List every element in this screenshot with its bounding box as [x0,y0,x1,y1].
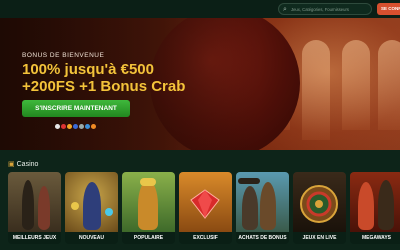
payment-icon [61,124,66,129]
category-label: POPULAIRE [122,232,175,244]
category-label: JEUX EN LIVE [293,232,346,244]
cowboys-icon [236,172,289,232]
warriors-icon [350,172,400,232]
category-label: ACHATS DE BONUS [236,232,289,244]
miner-icon [122,172,175,232]
casino-section-title: ▣ Casino [8,161,39,168]
category-label: MEILLEURS JEUX [8,232,61,244]
category-card-megaways[interactable]: MEGAWAYS [350,172,400,244]
payment-icon [85,124,90,129]
payment-icon [55,124,60,129]
payment-icon [79,124,84,129]
payment-icon [73,124,78,129]
search-bar[interactable]: ⌕ Jeux, Catégories, Fournisseurs [278,3,372,15]
category-card-jeux-en-live[interactable]: JEUX EN LIVE [293,172,346,244]
category-card-exclusif[interactable]: EXCLUSIF [179,172,232,244]
payment-icon [91,124,96,129]
roulette-icon [293,172,346,232]
payment-icon [67,124,72,129]
category-card-nouveau[interactable]: NOUVEAU [65,172,118,244]
window-decor [342,40,370,130]
casino-icon: ▣ [8,161,15,168]
category-label: MEGAWAYS [350,232,400,244]
gem-icon [179,172,232,232]
signin-button[interactable]: SE CONN [377,3,400,15]
category-label: EXCLUSIF [179,232,232,244]
pirate-icon [8,172,61,232]
top-bar: ⌕ Jeux, Catégories, Fournisseurs SE CONN [0,0,400,18]
bonus-headline-line1: 100% jusqu'à €500 [22,61,154,78]
category-label: NOUVEAU [65,232,118,244]
bonus-headline-line2: +200FS +1 Bonus Crab [22,78,186,95]
category-card-achats-de-bonus[interactable]: ACHATS DE BONUS [236,172,289,244]
search-placeholder: Jeux, Catégories, Fournisseurs [291,7,349,12]
search-icon: ⌕ [283,6,287,13]
category-card-meilleurs-jeux[interactable]: MEILLEURS JEUX [8,172,61,244]
window-decor [302,40,330,140]
bonus-subtitle: BONUS DE BIENVENUE [22,52,105,59]
category-card-populaire[interactable]: POPULAIRE [122,172,175,244]
wizard-icon [65,172,118,232]
window-decor [378,40,400,130]
signup-button[interactable]: S'INSCRIRE MAINTENANT [22,100,130,117]
